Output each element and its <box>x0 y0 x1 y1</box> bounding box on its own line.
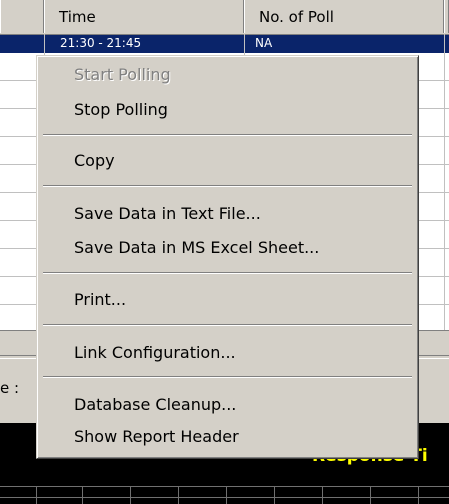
menu-separator <box>43 185 412 187</box>
menu-item-show-report-header[interactable]: Show Report Header <box>40 425 415 449</box>
grid-line <box>444 34 445 330</box>
table-row-selected[interactable]: 21:30 - 21:45 NA <box>0 35 449 53</box>
cell-time: 21:30 - 21:45 <box>60 36 142 50</box>
menu-item-start-polling[interactable]: Start Polling <box>40 63 415 87</box>
chart-gridline <box>0 486 449 487</box>
menu-item-stop-polling[interactable]: Stop Polling <box>40 98 415 122</box>
chart-gridline <box>82 486 83 504</box>
menu-separator <box>43 134 412 136</box>
menu-item-link-configuration[interactable]: Link Configuration... <box>40 341 415 365</box>
chart-gridline <box>370 486 371 504</box>
column-header-blank[interactable] <box>0 0 44 33</box>
menu-separator <box>43 324 412 326</box>
column-header-polls[interactable]: No. of Poll <box>244 0 444 33</box>
chart-gridline <box>130 486 131 504</box>
menu-item-save-text[interactable]: Save Data in Text File... <box>40 202 415 226</box>
menu-item-copy[interactable]: Copy <box>40 149 415 173</box>
column-header-filler <box>444 0 449 33</box>
chart-gridline <box>0 497 449 498</box>
cell-polls: NA <box>255 36 273 50</box>
chart-gridline <box>178 486 179 504</box>
panel-label: e : <box>0 379 20 397</box>
column-header-time[interactable]: Time <box>44 0 244 33</box>
menu-item-print[interactable]: Print... <box>40 288 415 312</box>
chart-gridline <box>322 486 323 504</box>
menu-item-save-excel[interactable]: Save Data in MS Excel Sheet... <box>40 236 415 260</box>
chart-gridline <box>226 486 227 504</box>
chart-gridline <box>418 486 419 504</box>
chart-gridline <box>36 486 37 504</box>
menu-separator <box>43 272 412 274</box>
menu-separator <box>43 376 412 378</box>
grid-header: Time No. of Poll <box>0 0 449 35</box>
menu-item-database-cleanup[interactable]: Database Cleanup... <box>40 393 415 417</box>
chart-gridline <box>274 486 275 504</box>
context-menu: Start Polling Stop Polling Copy Save Dat… <box>36 55 419 459</box>
